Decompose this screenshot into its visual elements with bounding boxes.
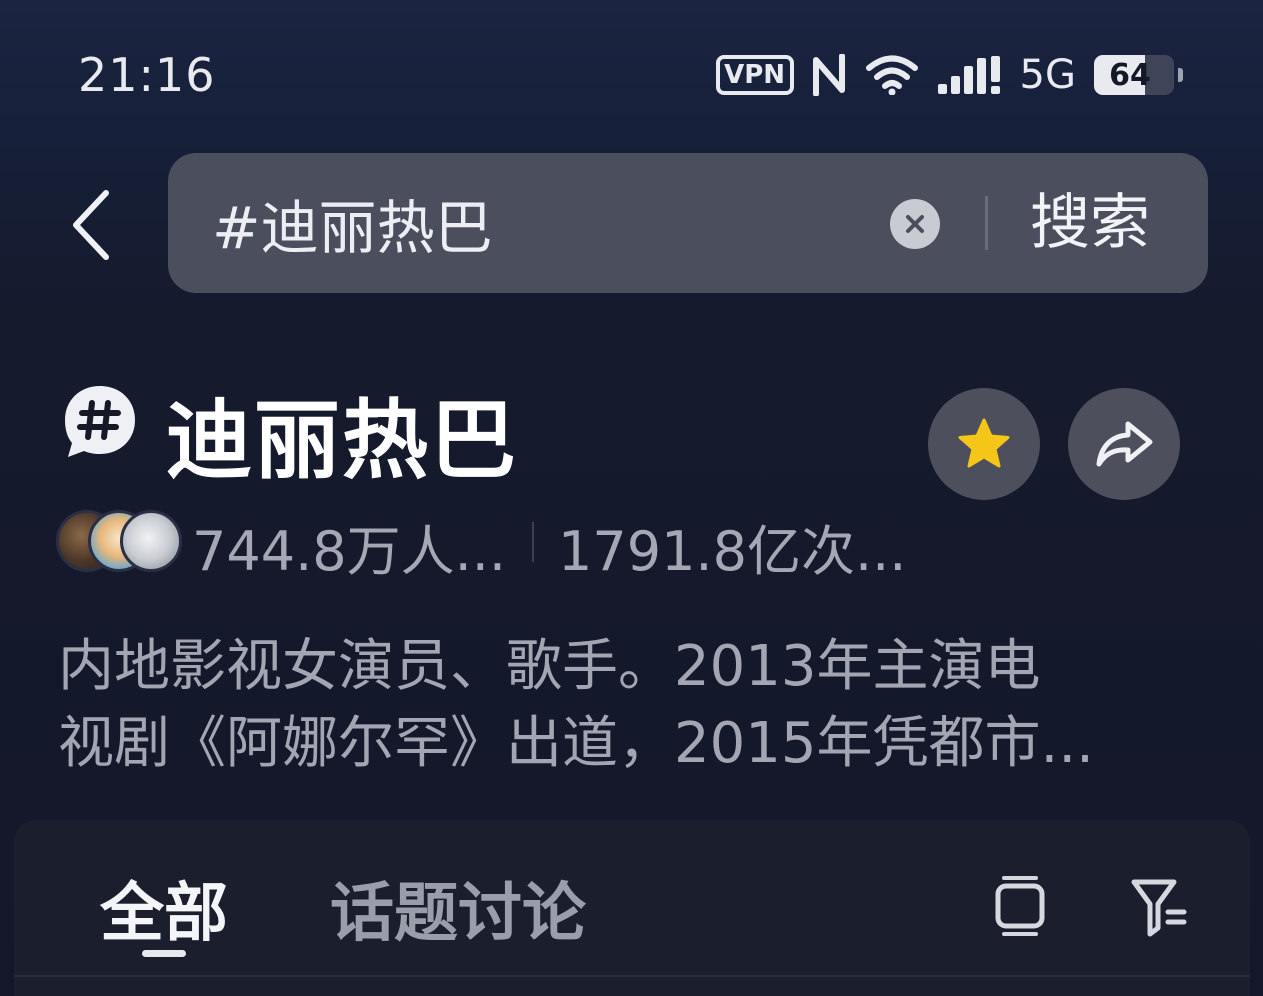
stat-divider: [532, 522, 534, 562]
nfc-icon: [812, 54, 845, 96]
clear-search-button[interactable]: [890, 199, 940, 249]
description-line: 内地影视女演员、歌手。2013年主演电: [58, 634, 1041, 699]
search-bar: 搜索: [168, 153, 1208, 293]
close-icon: [906, 215, 924, 233]
back-button[interactable]: [62, 185, 122, 265]
favorite-button[interactable]: [928, 388, 1040, 500]
description-line: 视剧《阿娜尔罕》出道，2015年凭都市...: [58, 711, 1094, 776]
followers-count: 744.8万人...: [192, 520, 507, 583]
share-icon: [1096, 421, 1153, 467]
panel-divider: [14, 975, 1250, 977]
battery-tip: [1178, 68, 1183, 82]
search-input[interactable]: [212, 181, 872, 265]
status-bar: 21:16 VPN 5G 64: [0, 0, 1263, 140]
network-type: 5G: [1019, 52, 1076, 98]
wifi-icon: [865, 55, 918, 95]
avatar: [120, 510, 182, 572]
active-tab-indicator: [142, 950, 186, 957]
signal-icon: [937, 56, 1000, 94]
topic-title: 迪丽热巴: [166, 391, 518, 491]
hashtag-bubble-icon: [65, 386, 135, 457]
filter-button[interactable]: [1128, 872, 1188, 942]
search-divider: [985, 196, 988, 250]
vpn-icon: VPN: [715, 55, 794, 95]
views-count: 1791.8亿次...: [558, 520, 907, 583]
topic-page: 21:16 VPN 5G 64 #迪丽热巴 搜索 迪丽热巴 744.8万人...…: [0, 0, 1263, 996]
layout-icon: [995, 876, 1045, 936]
tab-topic-discussion[interactable]: 话题讨论: [330, 862, 586, 954]
status-icons: VPN 5G 64: [715, 50, 1183, 100]
tab-all[interactable]: 全部: [100, 862, 228, 954]
participant-avatars: [56, 510, 182, 574]
layout-toggle-button[interactable]: [990, 872, 1050, 942]
share-button[interactable]: [1068, 388, 1180, 500]
chevron-left-icon: [73, 190, 109, 260]
topic-description[interactable]: 内地影视女演员、歌手。2013年主演电 视剧《阿娜尔罕》出道，2015年凭都市.…: [58, 628, 1218, 782]
status-time: 21:16: [78, 48, 216, 102]
search-button[interactable]: 搜索: [1030, 181, 1150, 265]
battery-icon: 64: [1094, 55, 1174, 95]
star-icon: [958, 418, 1010, 468]
filter-icon: [1131, 879, 1187, 937]
battery-level: 64: [1109, 57, 1151, 93]
